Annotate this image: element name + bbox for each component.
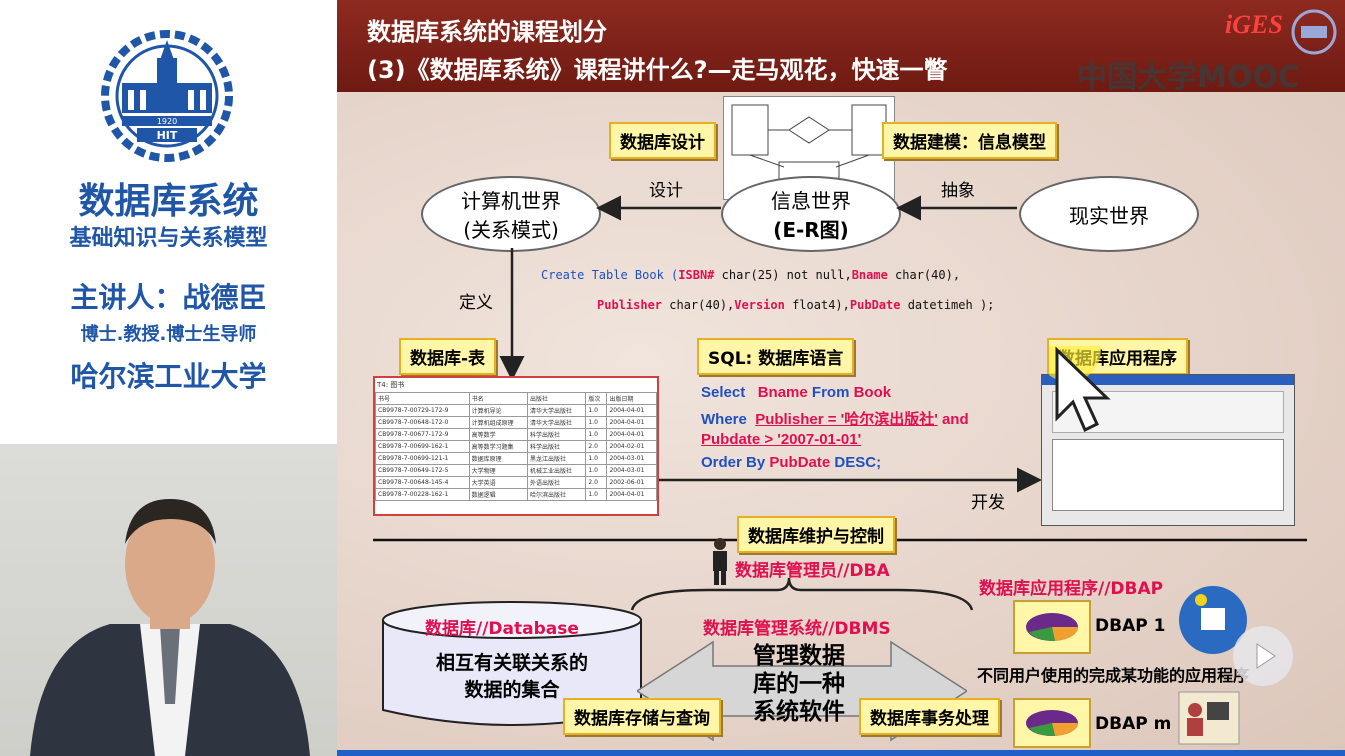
hit-logo: 1920 HIT	[101, 30, 233, 162]
db-storage-query-label: 数据库存储与查询	[563, 698, 721, 735]
video-progress-bar[interactable]	[337, 750, 1345, 756]
develop-label: 开发	[971, 493, 1005, 513]
dbapm-chart-icon	[1013, 698, 1091, 748]
create-table-line1: Create Table Book (ISBN# char(25) not nu…	[541, 268, 961, 282]
table-row: CB9978-7-00649-172-5 大学物理 机械工业出版社 1.0 2004-0…	[375, 464, 657, 477]
play-icon	[1256, 643, 1276, 669]
lecturer-figure	[30, 499, 310, 756]
office-user-icon	[1178, 691, 1240, 745]
table-row: CB9978-7-00699-121-1 数据库原理 黑龙江出版社 1.0 2004-0…	[375, 452, 657, 465]
sql-language-label: SQL: 数据库语言	[697, 338, 855, 375]
db-table-label: 数据库-表	[399, 338, 497, 375]
table-row: CB9978-7-00677-172-9 高等数学 科学出版社 1.0 2004-04-…	[375, 428, 657, 441]
play-button[interactable]	[1233, 626, 1293, 686]
abstract-arrow-label: 抽象	[941, 181, 975, 201]
table-row: CB9978-7-00648-145-4 大学英语 外语出版社 2.0 2002-06-…	[375, 476, 657, 489]
dbap1-label: DBAP 1	[1095, 616, 1166, 636]
design-arrow-label: 设计	[649, 181, 683, 201]
create-table-line2: Publisher char(40),Version float4),PubDa…	[597, 298, 995, 312]
db-transaction-label: 数据库事务处理	[859, 698, 1000, 735]
svg-text:HIT: HIT	[157, 129, 178, 142]
administrator-icon	[713, 538, 727, 585]
dba-label: 数据库管理员//DBA	[735, 561, 890, 581]
course-subtitle: 基础知识与关系模型	[69, 226, 268, 251]
lecture-slide: 数据库系统的课程划分 (3)《数据库系统》课程讲什么?—走马观花，快速一瞥 iG…	[337, 0, 1345, 756]
table-row: CB9978-7-00228-162-1 数据逻辑 哈尔滨出版社 1.0 2004-04…	[375, 488, 657, 501]
dbap-label: 数据库应用程序//DBAP	[979, 579, 1164, 599]
database-description: 相互有关联关系的 数据的集合	[435, 652, 588, 701]
mouse-cursor-icon	[1049, 346, 1111, 433]
db-maintenance-label: 数据库维护与控制	[737, 516, 895, 553]
different-users-apps-label: 不同用户使用的完成某功能的应用程序	[977, 666, 1250, 685]
university-name: 哈尔滨工业大学	[70, 360, 267, 393]
course-info-panel: 1920 HIT 数据库系统 基础知识与关系模型 主讲人：战德臣 博士.教授.博…	[0, 0, 337, 444]
sql-order-line: Order By PubDate DESC;	[701, 454, 882, 471]
dbapm-label: DBAP m	[1095, 714, 1172, 734]
table-row: CB9978-7-00729-172-9 计算机导论 清华大学出版社 1.0 2004-…	[375, 404, 657, 417]
sql-pubdate-line: Pubdate > '2007-01-01'	[701, 431, 862, 448]
course-title: 数据库系统	[78, 181, 259, 222]
table-row: CB9978-7-00699-162-1 高等数学习题集 科学出版社 2.0 2004-…	[375, 440, 657, 453]
table-row: CB9978-7-00648-172-0 计算机组成原理 清华大学出版社 1.0 200…	[375, 416, 657, 429]
book-table-preview: T4: 图书 书号 书名 出版社 版次 出版日期 CB9978-7-00729-172-…	[373, 376, 659, 516]
dbms-description: 管理数据 库的一种 系统软件	[753, 643, 845, 725]
svg-text:1920: 1920	[157, 117, 177, 126]
sql-where-line: Where Publisher = '哈尔滨出版社' and	[701, 411, 969, 428]
database-label: 数据库//Database	[425, 619, 579, 639]
table-header-row: 书号 书名 出版社 版次 出版日期	[375, 392, 657, 405]
define-arrow-label: 定义	[459, 293, 493, 313]
dbap1-chart-icon	[1013, 600, 1091, 654]
lecturer-name: 主讲人：战德臣	[70, 281, 267, 314]
lecturer-video[interactable]	[0, 444, 337, 756]
sql-select-line: Select Bname From Book	[701, 384, 892, 401]
lecturer-title: 博士.教授.博士生导师	[80, 324, 257, 345]
